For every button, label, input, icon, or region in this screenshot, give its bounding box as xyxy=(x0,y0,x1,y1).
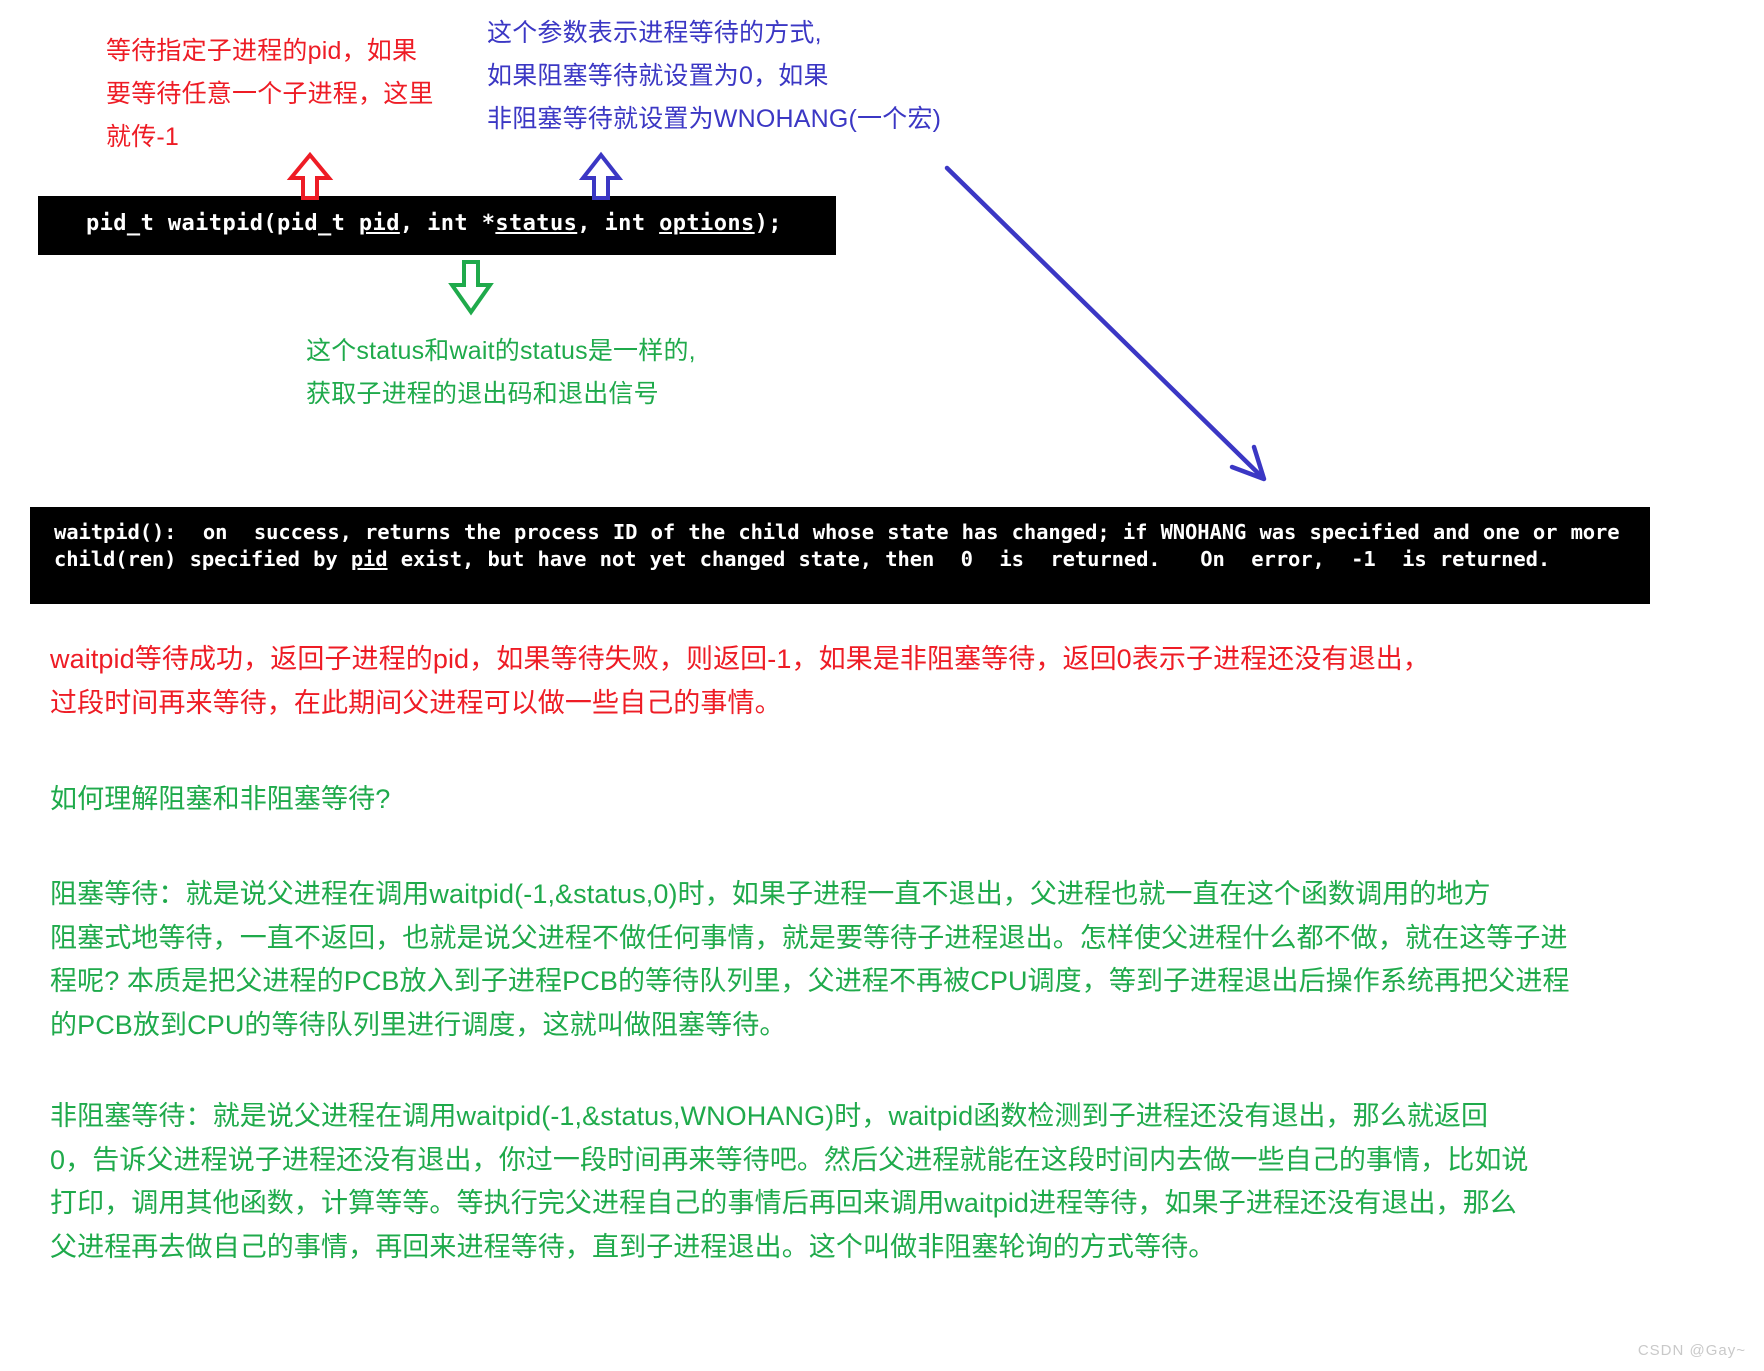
paragraph-question: 如何理解阻塞和非阻塞等待? xyxy=(50,784,391,814)
signature-arg-pid: pid xyxy=(358,211,400,236)
manpage-wnohang: WNOHANG xyxy=(1160,520,1247,544)
manpage-line2-b: exist, but have not yet changed state, t… xyxy=(387,547,1427,572)
annotation-note-options: 这个参数表示进程等待的方式, 如果阻塞等待就设置为0，如果 非阻塞等待就设置为W… xyxy=(487,19,942,133)
manpage-line1-a: (): xyxy=(139,520,190,544)
paragraph-return-value: waitpid等待成功，返回子进程的pid，如果等待失败，则返回-1，如果是非阻… xyxy=(50,644,1430,718)
manpage-pid: pid xyxy=(350,547,388,572)
signature-mid2: , int xyxy=(577,211,660,236)
csdn-watermark: CSDN @Gay~ xyxy=(1637,1342,1746,1359)
red-up-arrow-icon xyxy=(286,151,334,200)
signature-prefix: pid_t waitpid(pid_t xyxy=(86,211,359,236)
signature-arg-status: status xyxy=(495,211,578,236)
function-signature-code-block: pid_t waitpid(pid_t pid, int *status, in… xyxy=(38,196,836,255)
manpage-line1-c: was specified and one xyxy=(1246,520,1520,544)
manpage-function-name: waitpid xyxy=(54,520,140,544)
manpage-line3: returned. xyxy=(1439,547,1551,572)
manpage-text: waitpid(): on success, returns the proce… xyxy=(54,519,1636,573)
annotation-note-pid: 等待指定子进程的pid，如果 要等待任意一个子进程，这里 就传-1 xyxy=(106,37,434,151)
paragraph-blocking-wait: 阻塞等待：就是说父进程在调用waitpid(-1,&status,0)时，如果子… xyxy=(50,879,1570,1041)
manpage-return-value-block: waitpid(): on success, returns the proce… xyxy=(30,507,1650,604)
signature-arg-options: options xyxy=(659,211,755,236)
green-down-arrow-icon xyxy=(448,260,494,316)
manpage-line1-b: on success, returns the process ID of th… xyxy=(189,520,1161,544)
signature-mid1: , int * xyxy=(399,211,496,236)
function-signature-text: pid_t waitpid(pid_t pid, int *status, in… xyxy=(86,211,782,236)
paragraph-nonblocking-wait: 非阻塞等待：就是说父进程在调用waitpid(-1,&status,WNOHAN… xyxy=(50,1101,1529,1263)
blue-up-arrow-icon xyxy=(578,151,624,200)
signature-suffix: ); xyxy=(754,211,782,236)
annotation-note-status: 这个status和wait的status是一样的, 获取子进程的退出码和退出信号 xyxy=(306,337,696,408)
blue-diagonal-arrow-icon xyxy=(944,165,1267,482)
